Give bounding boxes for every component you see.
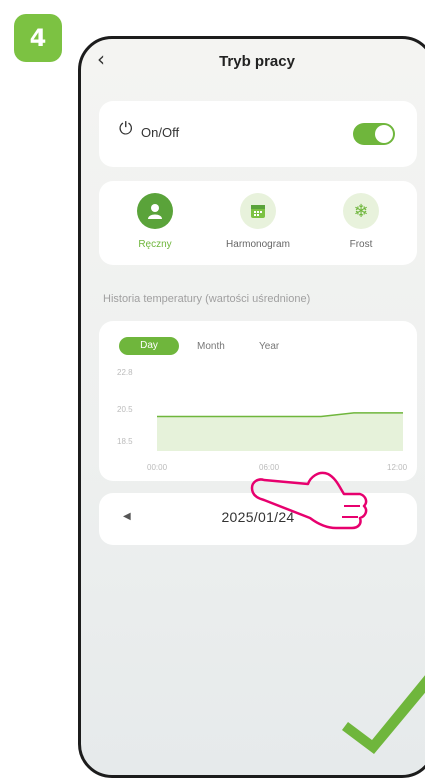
mode-frost[interactable]: ❄ Frost bbox=[311, 193, 411, 250]
mode-manual-label: Ręczny bbox=[138, 239, 172, 250]
series-area bbox=[157, 412, 403, 451]
mode-schedule-label: Harmonogram bbox=[226, 239, 290, 250]
phone-frame: ‹ Tryb pracy ⏻ On/Off Ręczny Harmonogram… bbox=[78, 36, 425, 778]
person-icon bbox=[137, 193, 173, 229]
mode-selector: Ręczny Harmonogram ❄ Frost bbox=[99, 181, 417, 265]
page-title: Tryb pracy bbox=[219, 53, 295, 70]
snowflake-icon: ❄ bbox=[343, 193, 379, 229]
app-header: ‹ Tryb pracy bbox=[81, 39, 425, 83]
checkmark-icon bbox=[342, 675, 425, 754]
step-number: 4 bbox=[29, 24, 47, 52]
pointing-hand-icon bbox=[250, 471, 368, 530]
chart-plot bbox=[157, 412, 403, 451]
mode-schedule[interactable]: Harmonogram bbox=[208, 193, 308, 250]
toggle-knob bbox=[375, 125, 393, 143]
history-section-label: Historia temperatury (wartości uśrednion… bbox=[103, 293, 311, 305]
power-label: On/Off bbox=[141, 125, 180, 140]
power-icon: ⏻ bbox=[119, 119, 133, 139]
mode-manual[interactable]: Ręczny bbox=[105, 193, 205, 250]
x-tick-label: 00:00 bbox=[147, 463, 168, 472]
calendar-icon bbox=[240, 193, 276, 229]
mode-frost-label: Frost bbox=[349, 239, 373, 250]
temperature-chart-card: Day Month Year 22.8 20.5 18.5 00:00 06:0… bbox=[99, 321, 417, 481]
power-card: ⏻ On/Off bbox=[99, 101, 417, 167]
step-badge: 4 bbox=[14, 14, 62, 62]
power-toggle[interactable] bbox=[353, 123, 395, 145]
